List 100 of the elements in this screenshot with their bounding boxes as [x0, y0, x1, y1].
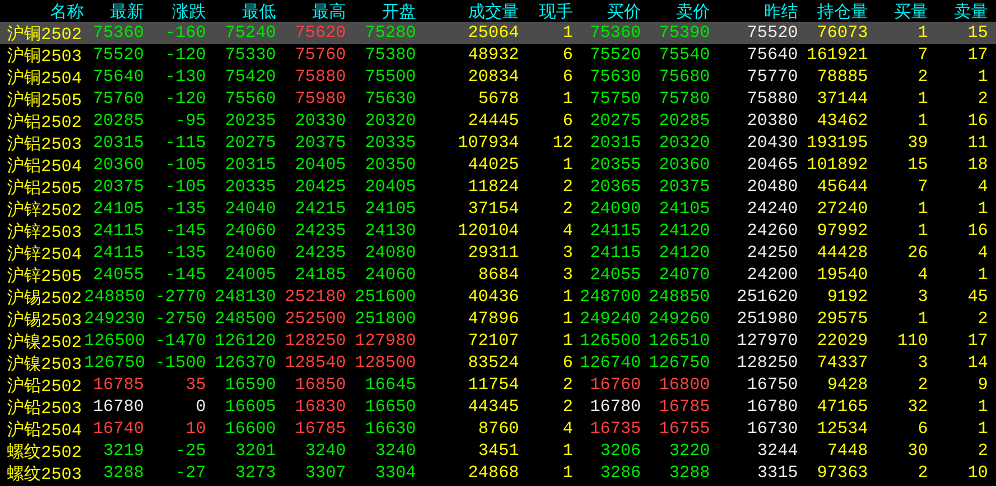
table-row[interactable]: 沪镍2503 126750 -1500 126370 128540 128500 83524 6 126740 126750 128250 74337 3 14	[0, 352, 996, 374]
table-cell-text: 3315	[756, 464, 798, 483]
table-row[interactable]: 沪铝2502 20285 -95 20235 20330 20320 24445 6 20275 20285 20380 43462 1 16	[0, 110, 996, 132]
column-header[interactable]: 开盘	[346, 0, 416, 23]
column-header[interactable]: 昨结	[710, 0, 798, 23]
table-cell-text: 25064	[466, 24, 519, 43]
table-row[interactable]: 沪铝2504 20360 -105 20315 20405 20350 44025 1 20355 20360 20465 101892 15 18	[0, 154, 996, 176]
table-cell-text: 7	[916, 178, 928, 197]
column-header[interactable]: 最新	[84, 0, 144, 23]
table-cell-text: 4	[976, 178, 988, 197]
table-cell-text: 15	[966, 24, 988, 43]
table-cell-text: 75520	[92, 46, 144, 65]
table-cell-text: 1	[976, 398, 988, 417]
column-header[interactable]: 买价	[573, 0, 641, 23]
table-cell-text: 75620	[294, 24, 346, 43]
column-header[interactable]: 持仓量	[798, 0, 868, 23]
table-cell-text: 沪铝2505	[6, 178, 83, 199]
table-cell-text: 248700	[578, 288, 641, 307]
table-cell-text: 3201	[234, 442, 276, 461]
table-cell-text: 75540	[658, 46, 710, 65]
table-cell-text: 128500	[354, 354, 416, 373]
table-cell-text: 3288	[668, 464, 710, 483]
table-cell-text: 16600	[224, 420, 276, 439]
table-cell-text: 5678	[477, 90, 519, 109]
table-cell-text: 8760	[477, 420, 519, 439]
table-row[interactable]: 螺纹2503 3288 -27 3273 3307 3304 24868 1 3286 3288 3315 97363 2 10	[0, 462, 996, 484]
table-row[interactable]: 沪锡2502 248850 -2770 248130 252180 251600 40436 1 248700 248850 251620 9192 3 45	[0, 286, 996, 308]
table-cell-text: 75630	[588, 68, 641, 87]
table-cell-text: 75330	[224, 46, 276, 65]
table-row[interactable]: 沪镍2502 126500 -1470 126120 128250 127980 72107 1 126500 126510 127970 22029 110 17	[0, 330, 996, 352]
table-cell-text: 75880	[746, 90, 798, 109]
column-header[interactable]: 卖价	[641, 0, 710, 23]
table-row[interactable]: 沪铅2502 16785 35 16590 16850 16645 11754 2 16760 16800 16750 9428 2 9	[0, 374, 996, 396]
table-cell-text: 1	[562, 310, 573, 329]
table-cell-text: 1	[916, 24, 928, 43]
table-row[interactable]: 沪锌2503 24115 -145 24060 24235 24130 120104 4 24115 24120 24260 97992 1 16	[0, 220, 996, 242]
table-cell-text: 45	[966, 288, 988, 307]
column-header[interactable]: 买量	[868, 0, 928, 23]
table-cell-text: 沪铝2502	[6, 112, 83, 133]
table-cell-text: -95	[174, 112, 206, 131]
table-cell-text: 75380	[364, 46, 416, 65]
table-cell-text: 16785	[294, 420, 346, 439]
table-row[interactable]: 沪铅2504 16740 10 16600 16785 16630 8760 4 16735 16755 16730 12534 6 1	[0, 418, 996, 440]
table-row[interactable]: 沪铜2504 75640 -130 75420 75880 75500 20834 6 75630 75680 75770 78885 2 1	[0, 66, 996, 88]
table-row[interactable]: 沪铜2503 75520 -120 75330 75760 75380 48932 6 75520 75540 75640 161921 7 17	[0, 44, 996, 66]
table-row[interactable]: 沪铅2503 16780 0 16605 16830 16650 44345 2 16780 16785 16780 47165 32 1	[0, 396, 996, 418]
table-cell-text: -145	[164, 266, 206, 285]
table-cell-text: 24115	[92, 244, 144, 263]
table-row[interactable]: 螺纹2502 3219 -25 3201 3240 3240 3451 1 3206 3220 3244 7448 30 2	[0, 440, 996, 462]
table-row[interactable]: 沪铜2502 75360 -160 75240 75620 75280 25064 1 75360 75390 75520 76073 1 15	[0, 22, 996, 44]
table-cell-text: 20480	[746, 178, 798, 197]
table-row[interactable]: 沪锌2505 24055 -145 24005 24185 24060 8684 3 24055 24070 24200 19540 4 1	[0, 264, 996, 286]
table-cell-text: 16785	[92, 376, 144, 395]
table-cell-text: 螺纹2502	[6, 442, 83, 463]
table-cell-text: 3304	[374, 464, 416, 483]
table-cell-text: 24105	[658, 200, 710, 219]
table-cell-text: 75750	[588, 90, 641, 109]
table-row[interactable]: 沪铝2503 20315 -115 20275 20375 20335 107934 12 20315 20320 20430 193195 39 11	[0, 132, 996, 154]
table-cell-text: 沪锡2503	[6, 310, 83, 331]
table-cell-text: 24200	[746, 266, 798, 285]
table-cell-text: 20375	[658, 178, 710, 197]
table-cell-text: 24115	[92, 222, 144, 241]
table-cell-text: 75630	[364, 90, 416, 109]
table-cell-text: 24130	[364, 222, 416, 241]
table-cell-text: 24060	[224, 244, 276, 263]
table-cell-text: -105	[164, 178, 206, 197]
table-cell-text: 75390	[658, 24, 710, 43]
column-header[interactable]: 卖量	[928, 0, 988, 23]
table-row[interactable]: 沪锡2503 249230 -2750 248500 252500 251800 47896 1 249240 249260 251980 29575 1 2	[0, 308, 996, 330]
column-header[interactable]: 现手	[519, 0, 573, 23]
table-cell-text: -1470	[154, 332, 206, 351]
table-cell-text: 20425	[294, 178, 346, 197]
column-header[interactable]: 最高	[276, 0, 346, 23]
table-cell-text: 24105	[92, 200, 144, 219]
table-cell-text: 1	[562, 90, 573, 109]
table-cell-text: 16750	[746, 376, 798, 395]
table-cell-text: 24235	[294, 222, 346, 241]
table-cell-text: 44025	[466, 156, 519, 175]
column-header[interactable]: 涨跌	[144, 0, 206, 23]
table-cell-text: 16	[966, 112, 988, 131]
table-cell-text: 12534	[816, 420, 868, 439]
table-row[interactable]: 沪铝2505 20375 -105 20335 20425 20405 11824 2 20365 20375 20480 45644 7 4	[0, 176, 996, 198]
table-cell-text: 75520	[588, 46, 641, 65]
table-cell-text: 16730	[746, 420, 798, 439]
table-cell-text: 16760	[588, 376, 641, 395]
table-cell-text: 75680	[658, 68, 710, 87]
table-row[interactable]: 沪锌2504 24115 -135 24060 24235 24080 29311 3 24115 24120 24250 44428 26 4	[0, 242, 996, 264]
table-cell-text: 1	[562, 332, 573, 351]
table-cell-text: 161921	[806, 46, 868, 65]
table-cell-text: 16755	[658, 420, 710, 439]
table-row[interactable]: 沪锌2502 24105 -135 24040 24215 24105 37154 2 24090 24105 24240 27240 1 1	[0, 198, 996, 220]
column-header[interactable]: 最低	[206, 0, 276, 23]
table-cell-text: 沪铜2505	[6, 90, 83, 111]
table-cell-text: 24215	[294, 200, 346, 219]
table-cell-text: 2	[562, 200, 573, 219]
table-cell-text: 沪锌2505	[6, 266, 83, 287]
table-row[interactable]: 沪铜2505 75760 -120 75560 75980 75630 5678 1 75750 75780 75880 37144 1 2	[0, 88, 996, 110]
table-cell-text: 3219	[102, 442, 144, 461]
column-header[interactable]: 成交量	[416, 0, 519, 23]
column-header[interactable]: 名称	[0, 0, 84, 23]
